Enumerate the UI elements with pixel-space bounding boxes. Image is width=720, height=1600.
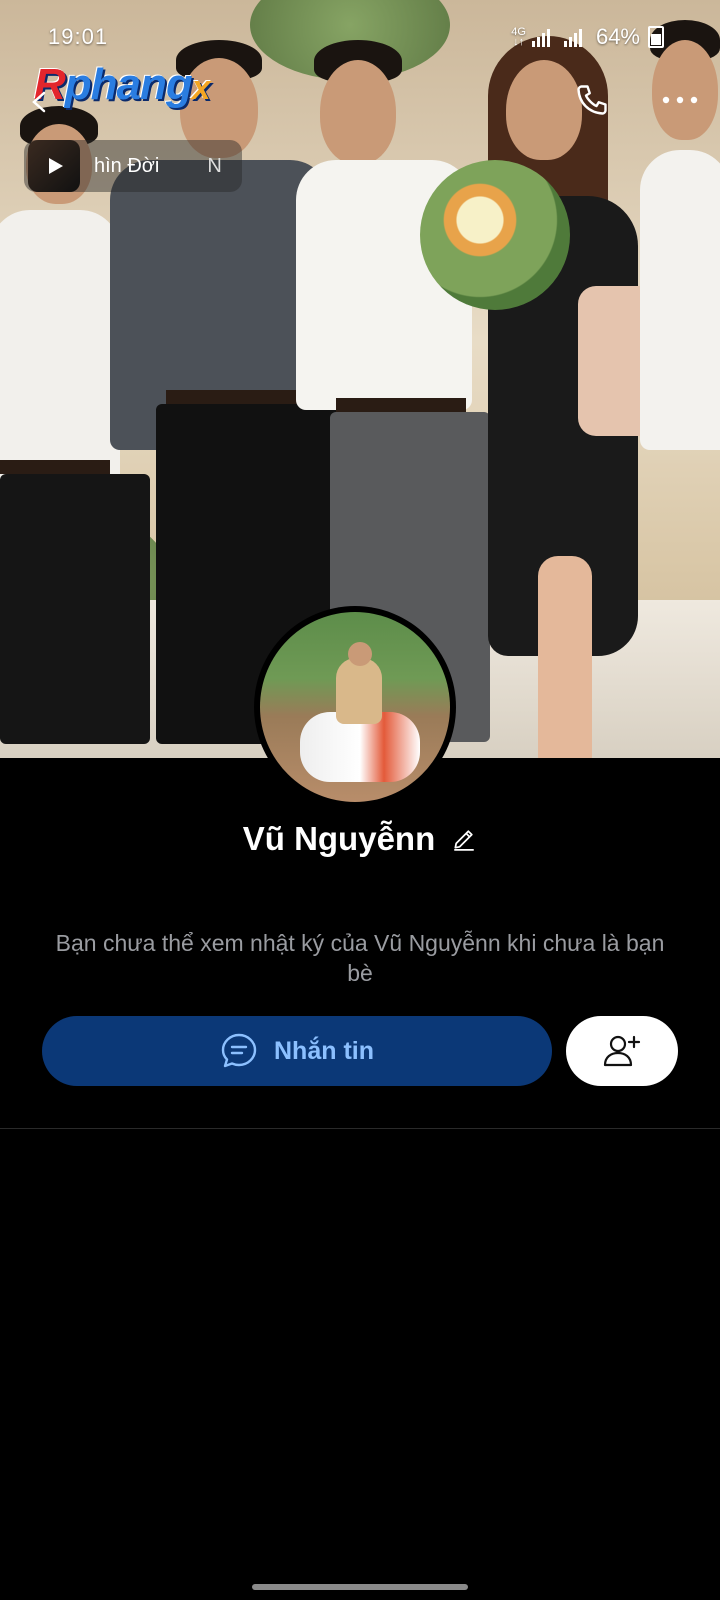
profile-name: Vũ Nguyễnn bbox=[242, 820, 436, 857]
profile-name-row: Vũ Nguyễnn bbox=[0, 820, 720, 858]
music-title-next: N bbox=[207, 154, 222, 177]
avatar-photo bbox=[260, 612, 450, 802]
chat-bubble-icon bbox=[221, 1033, 257, 1068]
battery-percent: 64% bbox=[595, 24, 640, 49]
privacy-notice: Bạn chưa thể xem nhật ký của Vũ Nguyễnn … bbox=[55, 930, 665, 986]
battery-icon bbox=[648, 26, 664, 48]
play-icon[interactable] bbox=[44, 155, 66, 177]
phone-icon[interactable] bbox=[574, 82, 610, 118]
add-friend-button[interactable] bbox=[566, 1016, 678, 1086]
avatar[interactable] bbox=[254, 606, 456, 808]
music-title: hìn Đời bbox=[94, 154, 160, 177]
home-indicator[interactable] bbox=[252, 1584, 468, 1590]
section-divider bbox=[0, 1128, 720, 1129]
network-type: 4G ↓↑ bbox=[511, 26, 526, 48]
pencil-icon[interactable] bbox=[451, 826, 477, 852]
more-dots-icon[interactable] bbox=[660, 86, 700, 114]
signal-icon bbox=[531, 27, 550, 47]
watermark-logo: Rphangx bbox=[34, 60, 211, 109]
music-thumbnail bbox=[28, 140, 80, 192]
message-button[interactable]: Nhắn tin bbox=[42, 1016, 552, 1086]
status-indicators: 4G ↓↑ 64% bbox=[511, 24, 664, 50]
profile-music-chip[interactable]: hìn Đời N bbox=[24, 140, 242, 192]
back-arrow-icon[interactable] bbox=[28, 90, 52, 114]
status-time: 19:01 bbox=[48, 24, 109, 49]
signal-icon bbox=[563, 27, 582, 47]
add-user-icon bbox=[603, 1035, 641, 1067]
message-button-label: Nhắn tin bbox=[274, 1036, 374, 1065]
